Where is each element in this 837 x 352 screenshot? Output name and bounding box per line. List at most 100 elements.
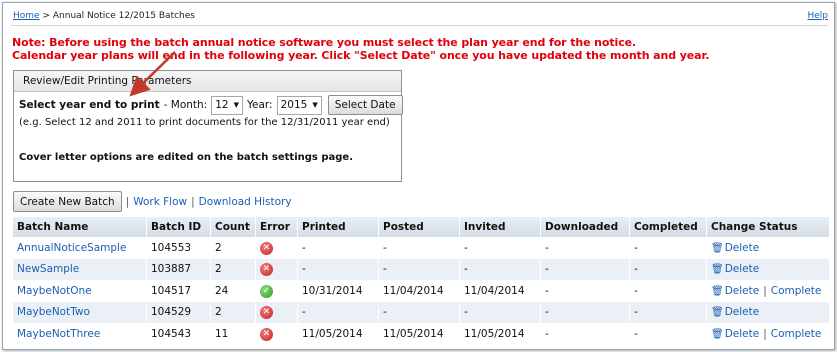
- batch-count: 2: [215, 306, 222, 319]
- printed-date: 11/05/2014: [302, 327, 363, 340]
- complete-link[interactable]: Complete: [771, 328, 822, 340]
- month-value: 12: [215, 99, 229, 111]
- posted-date: -: [383, 263, 387, 276]
- complete-link[interactable]: Complete: [771, 285, 822, 297]
- column-header: Posted: [378, 217, 460, 237]
- batch-count: 2: [215, 263, 222, 276]
- batches-table: Batch Name Batch ID Count Error Printed …: [13, 217, 830, 345]
- trash-icon: 🗑: [711, 307, 724, 319]
- batch-id: 104553: [151, 241, 192, 254]
- invited-date: 11/05/2014: [464, 327, 525, 340]
- trash-icon: 🗑: [711, 264, 724, 276]
- batch-name-link[interactable]: MaybeNotTwo: [17, 306, 90, 318]
- note-line-1: Note: Before using the batch annual noti…: [12, 36, 637, 49]
- header-divider: [11, 25, 828, 26]
- chevron-down-icon: ▼: [312, 101, 318, 109]
- table-row: NewSample 103887 2 ✕ - - - - - 🗑Delete: [13, 258, 830, 280]
- batch-id: 104529: [151, 306, 192, 319]
- downloaded-date: -: [545, 241, 549, 254]
- column-header: Batch Name: [13, 217, 147, 237]
- breadcrumb-current: Annual Notice 12/2015 Batches: [52, 11, 195, 21]
- note-line-2: Calendar year plans will end in the foll…: [12, 49, 710, 62]
- printed-date: -: [302, 306, 306, 319]
- create-new-batch-button[interactable]: Create New Batch: [13, 191, 122, 212]
- help-link[interactable]: Help: [807, 11, 828, 21]
- delete-link[interactable]: Delete: [725, 285, 760, 297]
- batch-name-link[interactable]: MaybeNotOne: [17, 285, 92, 297]
- batch-name-link[interactable]: AnnualNoticeSample: [17, 242, 126, 254]
- printed-date: -: [302, 263, 306, 276]
- check-icon[interactable]: ✓: [260, 284, 273, 298]
- printed-date: -: [302, 241, 306, 254]
- downloaded-date: -: [545, 284, 549, 297]
- batch-id: 104543: [151, 327, 192, 340]
- printed-date: 10/31/2014: [302, 284, 363, 297]
- breadcrumb: Home > Annual Notice 12/2015 Batches: [13, 11, 195, 21]
- column-header: Printed: [297, 217, 379, 237]
- error-x-icon[interactable]: ✕: [260, 263, 273, 277]
- table-row: MaybeNotOne 104517 24 ✓ 10/31/2014 11/04/2014…: [13, 280, 830, 302]
- column-header: Invited: [459, 217, 541, 237]
- column-header: Batch ID: [146, 217, 211, 237]
- batch-name-link[interactable]: NewSample: [17, 263, 79, 275]
- month-label: - Month:: [163, 99, 208, 111]
- trash-icon: 🗑: [711, 242, 724, 254]
- batch-count: 24: [215, 284, 229, 297]
- downloaded-date: -: [545, 327, 549, 340]
- completed-date: -: [634, 284, 638, 297]
- batch-count: 11: [215, 327, 229, 340]
- select-date-button[interactable]: Select Date: [327, 95, 403, 115]
- error-x-icon[interactable]: ✕: [260, 327, 273, 341]
- posted-date: -: [383, 241, 387, 254]
- column-header: Completed: [629, 217, 707, 237]
- delete-link[interactable]: Delete: [725, 263, 760, 275]
- download-history-link[interactable]: Download History: [199, 196, 292, 208]
- chevron-down-icon: ▼: [233, 101, 239, 109]
- delete-link[interactable]: Delete: [725, 242, 760, 254]
- error-x-icon[interactable]: ✕: [260, 306, 273, 320]
- posted-date: 11/04/2014: [383, 284, 444, 297]
- breadcrumb-home-link[interactable]: Home: [13, 11, 40, 21]
- printing-parameters-panel: Review/Edit Printing Parameters Select y…: [13, 70, 403, 182]
- trash-icon: 🗑: [711, 328, 724, 340]
- cover-letter-note: Cover letter options are edited on the b…: [19, 152, 353, 163]
- invited-date: -: [464, 241, 468, 254]
- status-separator: |: [763, 327, 767, 340]
- batch-count: 2: [215, 241, 222, 254]
- status-separator: |: [763, 284, 767, 297]
- window-frame: Home > Annual Notice 12/2015 Batches Hel…: [2, 2, 835, 350]
- posted-date: -: [383, 306, 387, 319]
- table-row: AnnualNoticeSample 104553 2 ✕ - - - - - 🗑Delete: [13, 237, 830, 259]
- table-row: MaybeNotTwo 104529 2 ✕ - - - - - 🗑Delete: [13, 301, 830, 323]
- completed-date: -: [634, 241, 638, 254]
- delete-link[interactable]: Delete: [725, 306, 760, 318]
- downloaded-date: -: [545, 306, 549, 319]
- batch-id: 103887: [151, 263, 192, 276]
- year-label: Year:: [246, 99, 273, 111]
- column-header: Change Status: [706, 217, 830, 237]
- year-end-prompt: Select year end to print: [19, 99, 160, 111]
- month-select[interactable]: 12 ▼: [211, 95, 243, 115]
- table-header-row: Batch Name Batch ID Count Error Printed …: [13, 217, 830, 237]
- downloaded-date: -: [545, 263, 549, 276]
- column-header: Error: [255, 217, 298, 237]
- delete-link[interactable]: Delete: [725, 328, 760, 340]
- trash-icon: 🗑: [711, 285, 724, 297]
- batch-actions: Create New Batch | Work Flow | Download …: [13, 191, 292, 212]
- breadcrumb-separator: >: [42, 11, 50, 21]
- year-value: 2015: [280, 99, 308, 111]
- year-select[interactable]: 2015 ▼: [276, 95, 322, 115]
- invited-date: 11/04/2014: [464, 284, 525, 297]
- table-row: MaybeNotThree 104543 11 ✕ 11/05/2014 11/05/20…: [13, 323, 830, 345]
- panel-title: Review/Edit Printing Parameters: [14, 71, 401, 92]
- actions-separator: |: [125, 195, 130, 208]
- column-header: Count: [210, 217, 256, 237]
- completed-date: -: [634, 306, 638, 319]
- error-x-icon[interactable]: ✕: [260, 241, 273, 255]
- batch-id: 104517: [151, 284, 192, 297]
- completed-date: -: [634, 263, 638, 276]
- actions-separator: |: [191, 195, 195, 208]
- work-flow-link[interactable]: Work Flow: [133, 196, 187, 208]
- batch-name-link[interactable]: MaybeNotThree: [17, 328, 100, 340]
- example-text: (e.g. Select 12 and 2011 to print docume…: [19, 117, 390, 128]
